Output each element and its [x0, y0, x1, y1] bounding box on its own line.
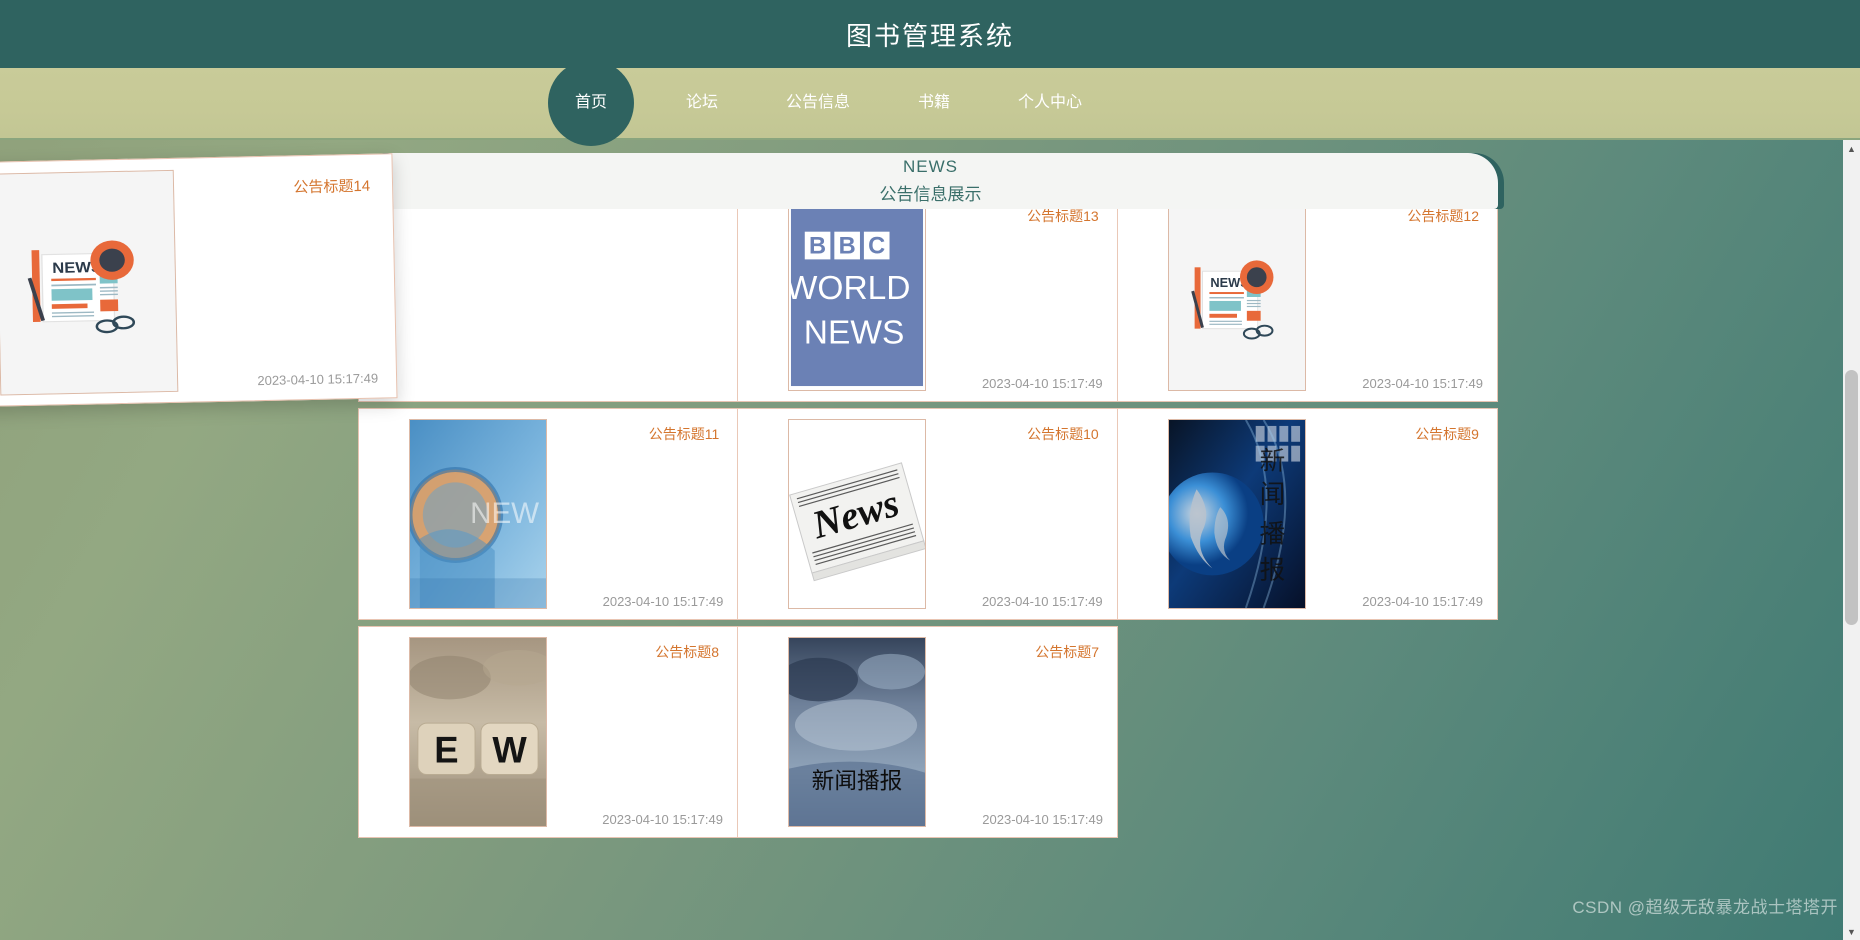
bbc-world-news-logo-icon: B B C WORLD NEWS — [789, 202, 926, 390]
svg-text:报: 报 — [1259, 555, 1285, 584]
nav-item-announcements[interactable]: 公告信息 — [752, 67, 884, 139]
news-flat-illustration-icon: NEWS — [1168, 202, 1305, 390]
announcement-thumbnail: NEWS — [1167, 201, 1306, 391]
announcement-thumbnail: News — [788, 419, 927, 609]
announcement-meta: 公告标题10 2023-04-10 15:17:49 — [926, 409, 1116, 619]
svg-text:B: B — [809, 233, 826, 259]
announcement-card-slot[interactable] — [359, 191, 739, 401]
svg-text:播: 播 — [1259, 520, 1285, 549]
svg-text:闻: 闻 — [1259, 480, 1285, 509]
folded-newspaper-news-icon: News — [789, 420, 926, 608]
svg-text:NEWS: NEWS — [804, 314, 904, 351]
announcement-row: E W 公告标题8 2023-04-10 15:17:49 新闻播报 公告标题7… — [358, 626, 1118, 838]
announcement-meta: 公告标题8 2023-04-10 15:17:49 — [547, 627, 737, 837]
svg-text:E: E — [434, 730, 458, 771]
announcement-card[interactable]: NEWS 公告标题12 2023-04-10 15:17:49 — [1117, 191, 1497, 401]
announcement-card[interactable]: News 公告标题10 2023-04-10 15:17:49 — [738, 409, 1118, 619]
wooden-dice-ew-icon: E W — [410, 638, 546, 826]
announcement-title: 公告标题9 — [1415, 426, 1479, 442]
announcement-thumbnail: 新闻播报 — [788, 637, 926, 827]
announcement-meta: 公告标题9 2023-04-10 15:17:49 — [1306, 409, 1497, 619]
main-navigation: 首页 论坛 公告信息 书籍 个人中心 — [0, 60, 1860, 146]
news-banner-title: NEWS — [903, 157, 958, 176]
content-area: NEWS 公告信息展示 B B C WORLD NEWS 公告标题13 2023… — [0, 140, 1860, 940]
page-title: 图书管理系统 — [845, 20, 1014, 51]
blue-globe-broadcast-icon: 新 闻 播 报 — [1168, 420, 1305, 608]
announcement-row: NEW 公告标题11 2023-04-10 15:17:49 News 公告标题… — [358, 408, 1498, 620]
svg-text:新: 新 — [1259, 446, 1285, 475]
announcement-title: 公告标题11 — [648, 426, 720, 442]
announcement-title: 公告标题8 — [655, 644, 719, 660]
announcement-card-featured[interactable]: NEWS 公告标题14 2023-04-10 15:17:49 — [0, 153, 398, 408]
svg-text:B: B — [839, 233, 856, 259]
announcement-meta: 公告标题11 2023-04-10 15:17:49 — [547, 409, 737, 619]
announcement-date: 2023-04-10 15:17:49 — [602, 812, 723, 827]
announcement-card[interactable]: E W 公告标题8 2023-04-10 15:17:49 — [359, 627, 738, 837]
svg-text:WORLD: WORLD — [789, 270, 910, 307]
announcement-date: 2023-04-10 15:17:49 — [1362, 594, 1483, 609]
announcement-title: 公告标题13 — [1027, 208, 1099, 224]
announcement-row: B B C WORLD NEWS 公告标题13 2023-04-10 15:17… — [358, 190, 1498, 402]
announcement-date: 2023-04-10 15:17:49 — [982, 812, 1103, 827]
announcement-card[interactable]: 新闻播报 公告标题7 2023-04-10 15:17:49 — [738, 627, 1117, 837]
announcement-title: 公告标题12 — [1407, 208, 1479, 224]
announcement-thumbnail: E W — [409, 637, 547, 827]
news-flat-illustration-icon: NEWS — [0, 170, 178, 395]
announcement-date: 2023-04-10 15:17:49 — [602, 594, 724, 609]
svg-text:W: W — [492, 730, 527, 771]
announcement-date: 2023-04-10 15:17:49 — [981, 376, 1103, 391]
announcement-meta: 公告标题7 2023-04-10 15:17:49 — [926, 627, 1117, 837]
scroll-up-arrow-icon[interactable]: ▲ — [1843, 140, 1860, 157]
scrollbar-thumb[interactable] — [1845, 370, 1858, 625]
announcement-date: 2023-04-10 15:17:49 — [981, 594, 1103, 609]
news-banner: NEWS 公告信息展示 — [363, 153, 1498, 209]
scroll-down-arrow-icon[interactable]: ▼ — [1843, 923, 1860, 940]
announcement-thumbnail: NEW — [409, 419, 547, 609]
nav-item-books[interactable]: 书籍 — [884, 67, 984, 139]
announcement-meta: 公告标题14 2023-04-10 15:17:49 — [173, 154, 396, 402]
announcement-meta: 公告标题12 2023-04-10 15:17:49 — [1306, 191, 1497, 401]
cloudy-sky-broadcast-icon: 新闻播报 — [789, 638, 925, 826]
announcement-title: 公告标题7 — [1035, 644, 1099, 660]
announcement-title: 公告标题14 — [293, 177, 371, 197]
svg-text:C: C — [869, 233, 886, 259]
announcement-title: 公告标题10 — [1027, 426, 1099, 442]
vertical-scrollbar[interactable]: ▲ ▼ — [1843, 140, 1860, 940]
news-banner-subtitle: 公告信息展示 — [879, 185, 982, 204]
nav-item-profile[interactable]: 个人中心 — [984, 67, 1116, 139]
announcement-card[interactable]: NEW 公告标题11 2023-04-10 15:17:49 — [359, 409, 739, 619]
announcement-card[interactable]: B B C WORLD NEWS 公告标题13 2023-04-10 15:17… — [738, 191, 1118, 401]
announcement-date: 2023-04-10 15:17:49 — [257, 370, 379, 389]
nav-item-forum[interactable]: 论坛 — [652, 67, 752, 139]
announcement-date: 2023-04-10 15:17:49 — [1362, 376, 1483, 391]
app-header: 图书管理系统 — [0, 0, 1860, 68]
announcement-card[interactable]: 新 闻 播 报 公告标题9 2023-04-10 15:17:49 — [1117, 409, 1497, 619]
svg-text:新闻播报: 新闻播报 — [812, 767, 903, 793]
announcement-thumbnail: B B C WORLD NEWS — [788, 201, 927, 391]
nav-list: 首页 论坛 公告信息 书籍 个人中心 — [547, 60, 1116, 146]
nav-item-home[interactable]: 首页 — [547, 60, 634, 146]
blue-globe-news-studio-icon: NEW — [410, 420, 546, 608]
svg-text:NEW: NEW — [470, 497, 539, 530]
announcement-thumbnail: NEWS — [0, 169, 179, 396]
announcement-meta: 公告标题13 2023-04-10 15:17:49 — [926, 191, 1116, 401]
announcement-thumbnail: 新 闻 播 报 — [1167, 419, 1306, 609]
